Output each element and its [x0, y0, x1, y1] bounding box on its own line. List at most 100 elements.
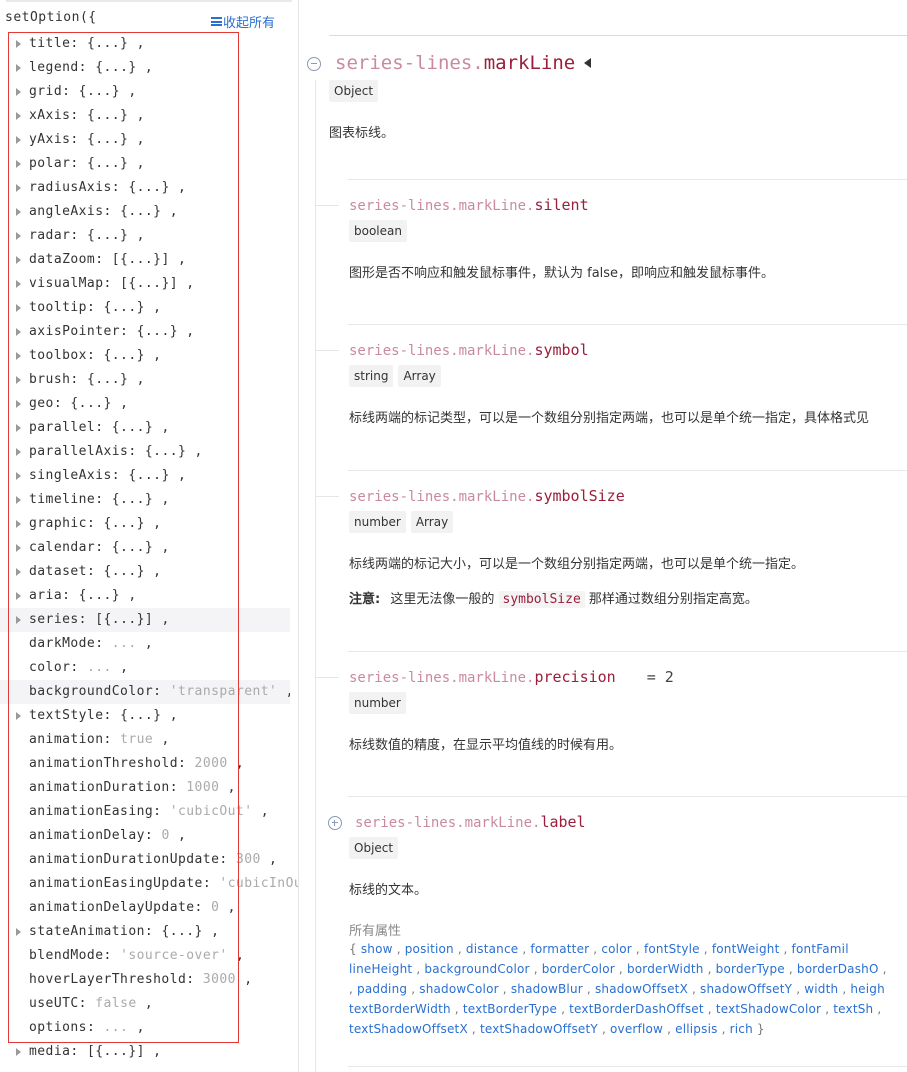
- tree-item-animationdelay[interactable]: animationDelay: 0 ,: [0, 824, 298, 848]
- caret-right-icon[interactable]: [16, 928, 21, 936]
- caret-right-icon[interactable]: [16, 712, 21, 720]
- caret-right-icon[interactable]: [16, 448, 21, 456]
- caret-right-icon[interactable]: [16, 232, 21, 240]
- tree-item-title[interactable]: title: {...} ,: [0, 32, 298, 56]
- tree-item-visualmap[interactable]: visualMap: [{...}] ,: [0, 272, 298, 296]
- tree-item-color[interactable]: color: ... ,: [0, 656, 298, 680]
- prop-link-bordertype[interactable]: borderType: [716, 962, 785, 976]
- tree-item-media[interactable]: media: [{...}] ,: [0, 1040, 298, 1064]
- tree-item-textstyle[interactable]: textStyle: {...} ,: [0, 704, 298, 728]
- prop-link-rich[interactable]: rich: [730, 1022, 753, 1036]
- tree-item-useutc[interactable]: useUTC: false ,: [0, 992, 298, 1016]
- prop-link-textbordertype[interactable]: textBorderType: [463, 1002, 557, 1016]
- collapse-all-button[interactable]: 收起所有: [211, 12, 275, 31]
- tree-item-calendar[interactable]: calendar: {...} ,: [0, 536, 298, 560]
- tree-item-hoverlayerthreshold[interactable]: hoverLayerThreshold: 3000 ,: [0, 968, 298, 992]
- caret-right-icon[interactable]: [16, 184, 21, 192]
- tree-item-stateanimation[interactable]: stateAnimation: {...} ,: [0, 920, 298, 944]
- prop-link-distance[interactable]: distance: [466, 942, 518, 956]
- tree-item-animationduration[interactable]: animationDuration: 1000 ,: [0, 776, 298, 800]
- prop-link-formatter[interactable]: formatter: [530, 942, 589, 956]
- prop-link-textborderwidth[interactable]: textBorderWidth: [349, 1002, 451, 1016]
- prop-link-padding[interactable]: padding: [357, 982, 407, 996]
- caret-right-icon[interactable]: [16, 352, 21, 360]
- prop-link-borderdasho[interactable]: borderDashO: [797, 962, 879, 976]
- tree-item-radiusaxis[interactable]: radiusAxis: {...} ,: [0, 176, 298, 200]
- caret-right-icon[interactable]: [16, 64, 21, 72]
- caret-right-icon[interactable]: [16, 256, 21, 264]
- tree-item-backgroundcolor[interactable]: backgroundColor: 'transparent' ,: [0, 680, 290, 704]
- tree-item-yaxis[interactable]: yAxis: {...} ,: [0, 128, 298, 152]
- tree-item-animationeasing[interactable]: animationEasing: 'cubicOut' ,: [0, 800, 298, 824]
- tree-item-axispointer[interactable]: axisPointer: {...} ,: [0, 320, 298, 344]
- tree-item-angleaxis[interactable]: angleAxis: {...} ,: [0, 200, 298, 224]
- prop-link-textsh[interactable]: textSh: [833, 1002, 873, 1016]
- caret-right-icon[interactable]: [16, 328, 21, 336]
- collapse-circle-icon[interactable]: [307, 57, 321, 71]
- tree-item-legend[interactable]: legend: {...} ,: [0, 56, 298, 80]
- caret-right-icon[interactable]: [16, 136, 21, 144]
- tree-item-tooltip[interactable]: tooltip: {...} ,: [0, 296, 298, 320]
- prop-link-borderwidth[interactable]: borderWidth: [627, 962, 704, 976]
- tree-item-grid[interactable]: grid: {...} ,: [0, 80, 298, 104]
- prop-link-fontfamil[interactable]: fontFamil: [792, 942, 849, 956]
- tree-item-polar[interactable]: polar: {...} ,: [0, 152, 298, 176]
- caret-right-icon[interactable]: [16, 472, 21, 480]
- tree-item-series[interactable]: series: [{...}] ,: [0, 608, 290, 632]
- prop-link-shadowblur[interactable]: shadowBlur: [511, 982, 583, 996]
- tree-item-animationdelayupdate[interactable]: animationDelayUpdate: 0 ,: [0, 896, 298, 920]
- caret-right-icon[interactable]: [16, 520, 21, 528]
- tree-item-toolbox[interactable]: toolbox: {...} ,: [0, 344, 298, 368]
- caret-right-icon[interactable]: [16, 424, 21, 432]
- tree-item-animationthreshold[interactable]: animationThreshold: 2000 ,: [0, 752, 298, 776]
- caret-right-icon[interactable]: [16, 376, 21, 384]
- tree-item-blendmode[interactable]: blendMode: 'source-over' ,: [0, 944, 298, 968]
- tree-item-darkmode[interactable]: darkMode: ... ,: [0, 632, 298, 656]
- prop-link-lineheight[interactable]: lineHeight: [349, 962, 412, 976]
- prop-link-fontstyle[interactable]: fontStyle: [644, 942, 700, 956]
- prop-link-heigh[interactable]: heigh: [850, 982, 885, 996]
- tree-item-dataset[interactable]: dataset: {...} ,: [0, 560, 298, 584]
- prop-link-shadowoffsety[interactable]: shadowOffsetY: [700, 982, 792, 996]
- tree-item-singleaxis[interactable]: singleAxis: {...} ,: [0, 464, 298, 488]
- prop-link-shadowcolor[interactable]: shadowColor: [419, 982, 499, 996]
- prop-link-fontweight[interactable]: fontWeight: [712, 942, 780, 956]
- tree-item-aria[interactable]: aria: {...} ,: [0, 584, 298, 608]
- caret-right-icon[interactable]: [16, 568, 21, 576]
- prop-link-textshadowoffsetx[interactable]: textShadowOffsetX: [349, 1022, 468, 1036]
- tree-item-options[interactable]: options: ... ,: [0, 1016, 298, 1040]
- prop-link-overflow[interactable]: overflow: [610, 1022, 663, 1036]
- tree-item-brush[interactable]: brush: {...} ,: [0, 368, 298, 392]
- prop-link-textborderdashoffset[interactable]: textBorderDashOffset: [569, 1002, 704, 1016]
- prop-link-bordercolor[interactable]: borderColor: [542, 962, 615, 976]
- expand-circle-icon[interactable]: [328, 816, 342, 830]
- tree-item-parallelaxis[interactable]: parallelAxis: {...} ,: [0, 440, 298, 464]
- caret-right-icon[interactable]: [16, 1048, 21, 1056]
- prop-link-position[interactable]: position: [405, 942, 454, 956]
- tree-item-geo[interactable]: geo: {...} ,: [0, 392, 298, 416]
- tree-item-xaxis[interactable]: xAxis: {...} ,: [0, 104, 298, 128]
- prop-link-color[interactable]: color: [601, 942, 632, 956]
- caret-right-icon[interactable]: [16, 40, 21, 48]
- tree-item-datazoom[interactable]: dataZoom: [{...}] ,: [0, 248, 298, 272]
- caret-right-icon[interactable]: [16, 88, 21, 96]
- caret-right-icon[interactable]: [16, 304, 21, 312]
- tree-item-animationeasingupdate[interactable]: animationEasingUpdate: 'cubicInOu: [0, 872, 298, 896]
- caret-right-icon[interactable]: [16, 280, 21, 288]
- tree-item-radar[interactable]: radar: {...} ,: [0, 224, 298, 248]
- caret-right-icon[interactable]: [16, 616, 21, 624]
- caret-right-icon[interactable]: [16, 400, 21, 408]
- caret-right-icon[interactable]: [16, 496, 21, 504]
- prop-link-textshadowoffsety[interactable]: textShadowOffsetY: [480, 1022, 598, 1036]
- tree-item-animationdurationupdate[interactable]: animationDurationUpdate: 300 ,: [0, 848, 298, 872]
- caret-right-icon[interactable]: [16, 208, 21, 216]
- caret-right-icon[interactable]: [16, 112, 21, 120]
- tree-item-graphic[interactable]: graphic: {...} ,: [0, 512, 298, 536]
- caret-right-icon[interactable]: [16, 160, 21, 168]
- prop-link-shadowoffsetx[interactable]: shadowOffsetX: [595, 982, 688, 996]
- prop-link-width[interactable]: width: [804, 982, 838, 996]
- prop-link-textshadowcolor[interactable]: textShadowColor: [716, 1002, 821, 1016]
- caret-right-icon[interactable]: [16, 592, 21, 600]
- tree-item-parallel[interactable]: parallel: {...} ,: [0, 416, 298, 440]
- prop-link-show[interactable]: show: [361, 942, 393, 956]
